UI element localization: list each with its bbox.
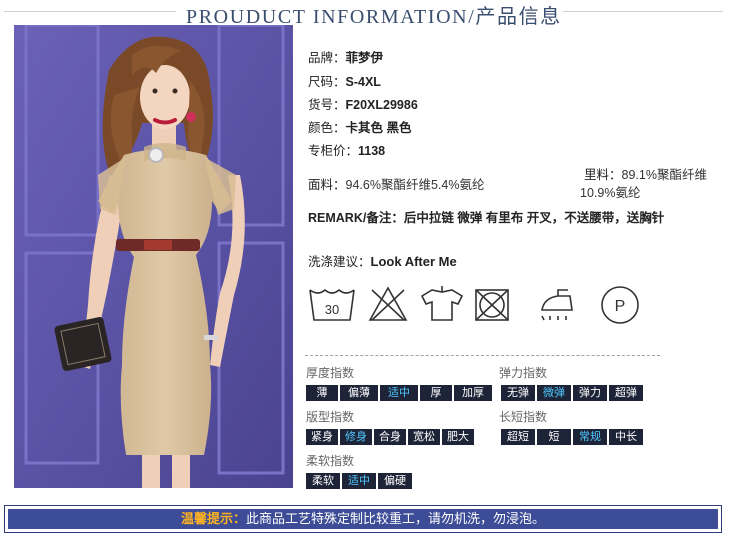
color-row: 颜色：卡其色 黑色 xyxy=(308,117,412,136)
fit-option-oversized: 肥大 xyxy=(442,429,474,445)
length-option-midi: 中长 xyxy=(609,429,643,445)
sku-value: F20XL29986 xyxy=(345,98,418,112)
remark-label: REMARK/备注： xyxy=(308,211,404,225)
wash-label: 洗涤建议： xyxy=(308,255,371,269)
header-rule-left xyxy=(4,11,176,12)
softness-title: 柔软指数 xyxy=(306,454,355,468)
elasticity-option-slight: 微弹 xyxy=(537,385,571,401)
section-divider xyxy=(305,355,660,356)
fit-option-loose: 宽松 xyxy=(408,429,440,445)
size-value: S-4XL xyxy=(345,75,381,89)
fabric-value: 94.6%聚酯纤维5.4%氨纶 xyxy=(345,178,485,192)
lining-label: 里料： xyxy=(584,168,622,182)
wash-temp: 30 xyxy=(325,302,339,317)
no-tumble-dry-icon xyxy=(475,289,509,321)
elasticity-option-super: 超弹 xyxy=(609,385,643,401)
fit-option-regular: 合身 xyxy=(374,429,406,445)
length-option-extra-short: 超短 xyxy=(501,429,535,445)
fit-option-tight: 紧身 xyxy=(306,429,338,445)
product-photo xyxy=(14,25,293,488)
notice-banner-body: 温馨提示：此商品工艺特殊定制比较重工，请勿机洗，勿浸泡。 xyxy=(8,509,718,529)
softness-option-stiff: 偏硬 xyxy=(378,473,412,489)
softness-option-medium: 适中 xyxy=(342,473,376,489)
fit-options: 紧身 修身 合身 宽松 肥大 xyxy=(306,429,474,445)
professional-clean-icon: P xyxy=(601,286,639,324)
remark-row: REMARK/备注：后中拉链 微弹 有里布 开叉，不送腰带，送胸针 xyxy=(308,207,664,226)
thickness-option-thin: 薄 xyxy=(306,385,338,401)
elasticity-options: 无弹 微弹 弹力 超弹 xyxy=(501,385,643,401)
wash-row: 洗涤建议：Look After Me xyxy=(308,251,457,270)
fabric-row: 面料：94.6%聚酯纤维5.4%氨纶 xyxy=(308,174,484,193)
length-options: 超短 短 常规 中长 xyxy=(501,429,643,445)
sku-label: 货号： xyxy=(308,98,346,112)
brand-value: 菲梦伊 xyxy=(345,51,384,65)
lining-value-2: 10.9%氨纶 xyxy=(580,186,641,200)
price-row: 专柜价：1138 xyxy=(308,140,385,159)
thickness-options: 薄 偏薄 适中 厚 加厚 xyxy=(306,385,492,401)
elasticity-option-none: 无弹 xyxy=(501,385,535,401)
fit-option-slim: 修身 xyxy=(340,429,372,445)
wash-value: Look After Me xyxy=(370,254,457,269)
thickness-option-slightly-thin: 偏薄 xyxy=(340,385,378,401)
length-option-regular: 常规 xyxy=(573,429,607,445)
lining-row: 里料：89.1%聚酯纤维 xyxy=(584,164,707,183)
remark-value: 后中拉链 微弹 有里布 开叉，不送腰带，送胸针 xyxy=(403,211,665,225)
softness-options: 柔软 适中 偏硬 xyxy=(306,473,412,489)
size-label: 尺码： xyxy=(308,75,346,89)
wash-30-icon: 30 xyxy=(309,288,355,321)
length-option-short: 短 xyxy=(537,429,571,445)
care-icons: 30 P xyxy=(309,286,639,324)
elasticity-title: 弹力指数 xyxy=(499,366,548,380)
lining-row-2: 10.9%氨纶 xyxy=(580,182,640,201)
softness-option-soft: 柔软 xyxy=(306,473,340,489)
notice-text: 此商品工艺特殊定制比较重工，请勿机洗，勿浸泡。 xyxy=(246,511,546,526)
fit-title: 版型指数 xyxy=(306,410,355,424)
color-label: 颜色： xyxy=(308,121,346,135)
notice-highlight: 温馨提示： xyxy=(180,511,246,526)
sku-row: 货号：F20XL29986 xyxy=(308,94,418,113)
length-title: 长短指数 xyxy=(499,410,548,424)
price-value: 1138 xyxy=(358,144,386,158)
hang-dry-icon xyxy=(420,286,464,321)
thickness-option-thick: 厚 xyxy=(420,385,452,401)
brand-row: 品牌：菲梦伊 xyxy=(308,47,383,66)
thickness-option-medium: 适中 xyxy=(380,385,418,401)
lining-value-1: 89.1%聚酯纤维 xyxy=(621,168,707,182)
color-value: 卡其色 黑色 xyxy=(345,121,412,135)
elasticity-option-stretch: 弹力 xyxy=(573,385,607,401)
size-row: 尺码：S-4XL xyxy=(308,71,381,90)
thickness-title: 厚度指数 xyxy=(306,366,355,380)
notice-banner: 温馨提示：此商品工艺特殊定制比较重工，请勿机洗，勿浸泡。 xyxy=(4,505,722,533)
no-bleach-icon xyxy=(368,286,408,321)
brand-label: 品牌： xyxy=(308,51,346,65)
professional-clean-letter: P xyxy=(615,298,626,315)
price-label: 专柜价： xyxy=(308,144,359,158)
iron-icon xyxy=(541,289,573,321)
thickness-option-extra-thick: 加厚 xyxy=(454,385,492,401)
fabric-label: 面料： xyxy=(308,178,346,192)
header-rule-right xyxy=(563,11,723,12)
